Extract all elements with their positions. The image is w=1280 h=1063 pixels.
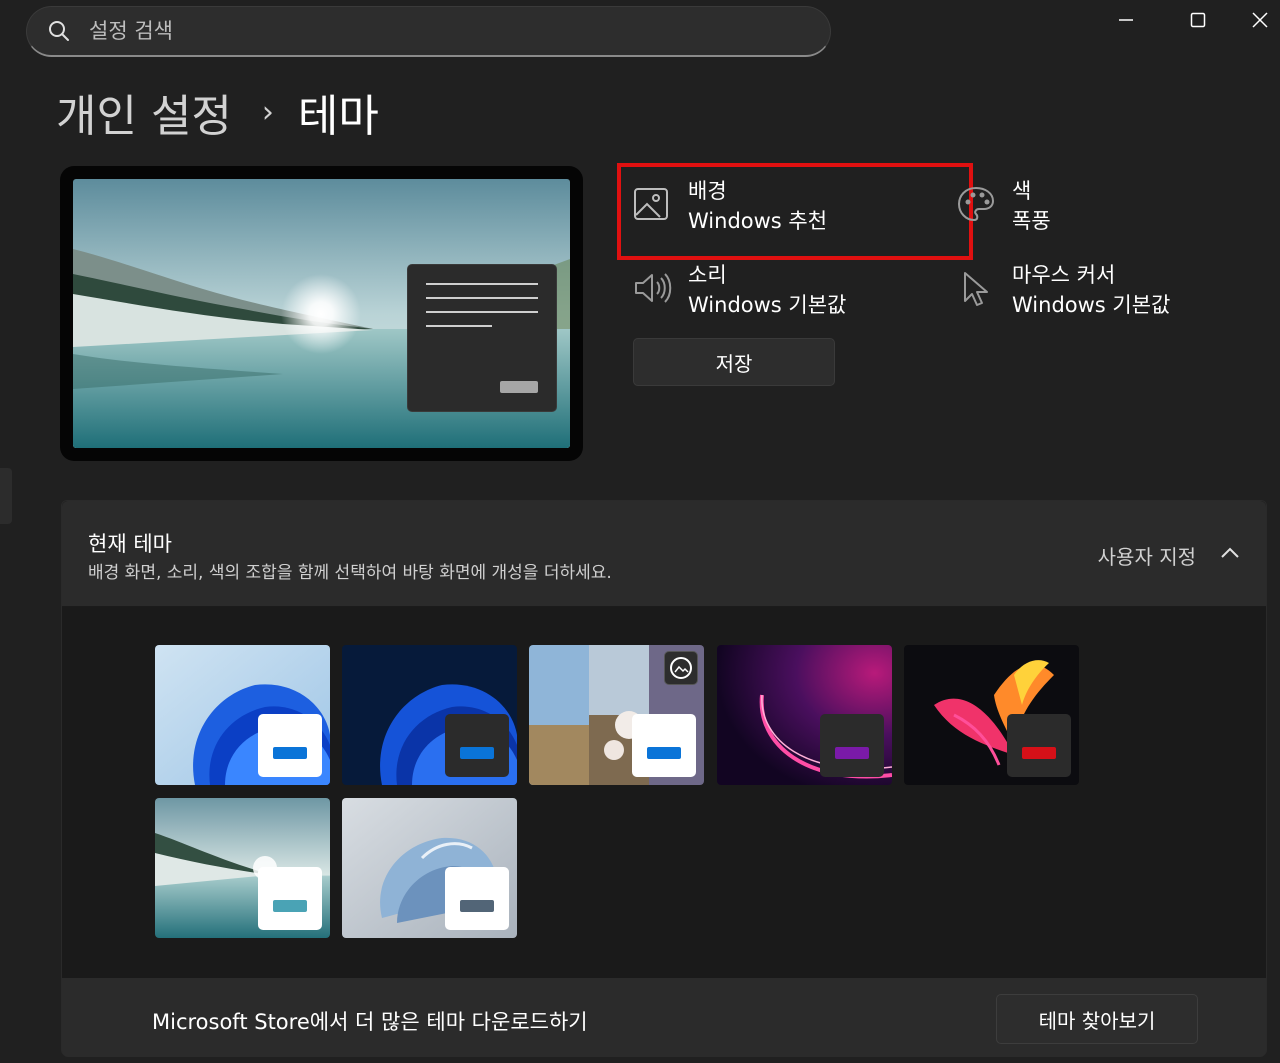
slideshow-icon — [664, 651, 698, 685]
section-title: 현재 테마 — [88, 532, 172, 556]
current-theme-section: 현재 테마 배경 화면, 소리, 색의 조합을 함께 선택하여 바탕 화면에 개… — [61, 500, 1267, 1057]
color-label: 색 — [1012, 179, 1032, 203]
theme-preview-badge — [258, 867, 322, 930]
save-button[interactable]: 저장 — [633, 338, 835, 386]
search-icon — [49, 21, 69, 41]
nav-pane-handle[interactable] — [0, 468, 12, 524]
chevron-up-icon[interactable] — [1220, 545, 1240, 559]
store-row: Microsoft Store에서 더 많은 테마 다운로드하기 테마 찾아보기 — [62, 978, 1266, 1057]
sound-label: 소리 — [688, 263, 727, 287]
search-box[interactable] — [26, 6, 831, 57]
color-value: 폭풍 — [1012, 209, 1051, 233]
breadcrumb-separator: › — [261, 94, 274, 130]
cursor-setting[interactable]: 마우스 커서 Windows 기본값 — [956, 260, 1170, 320]
palette-icon — [957, 186, 995, 222]
search-input[interactable] — [89, 19, 789, 43]
sound-value: Windows 기본값 — [688, 293, 847, 317]
current-theme-value: 사용자 지정 — [1097, 545, 1196, 569]
theme-thumbnail-5[interactable] — [904, 645, 1079, 785]
theme-thumbnail-6[interactable] — [155, 798, 330, 938]
page-title: 테마 — [297, 91, 379, 142]
theme-preview-badge — [445, 867, 509, 930]
theme-preview-badge — [258, 714, 322, 777]
current-theme-header[interactable]: 현재 테마 배경 화면, 소리, 색의 조합을 함께 선택하여 바탕 화면에 개… — [62, 501, 1266, 607]
store-text: Microsoft Store에서 더 많은 테마 다운로드하기 — [152, 1010, 588, 1034]
cursor-icon — [964, 272, 988, 306]
theme-thumbnail-4[interactable] — [717, 645, 892, 785]
preview-wallpaper — [73, 179, 570, 448]
minimize-icon — [1119, 19, 1133, 21]
close-icon — [1252, 12, 1268, 28]
cursor-value: Windows 기본값 — [1012, 293, 1171, 317]
theme-preview-badge — [445, 714, 509, 777]
theme-preview-badge — [1007, 714, 1071, 777]
browse-themes-button[interactable]: 테마 찾아보기 — [996, 994, 1198, 1044]
theme-thumbnail-3[interactable] — [529, 645, 704, 785]
theme-preview-badge — [632, 714, 696, 777]
speaker-icon — [635, 273, 672, 303]
breadcrumb: 개인 설정 › 테마 — [56, 80, 379, 144]
section-description: 배경 화면, 소리, 색의 조합을 함께 선택하여 바탕 화면에 개성을 더하세… — [88, 563, 612, 583]
theme-thumbnail-2[interactable] — [342, 645, 517, 785]
highlight-box — [617, 163, 973, 260]
breadcrumb-parent[interactable]: 개인 설정 — [56, 80, 232, 144]
preview-window — [407, 264, 557, 412]
sound-setting[interactable]: 소리 Windows 기본값 — [632, 260, 846, 320]
cursor-label: 마우스 커서 — [1012, 263, 1116, 287]
close-button[interactable] — [1240, 0, 1280, 40]
theme-preview-badge — [820, 714, 884, 777]
maximize-button[interactable] — [1168, 0, 1228, 40]
theme-thumbnail-1[interactable] — [155, 645, 330, 785]
theme-preview — [60, 166, 583, 461]
color-setting[interactable]: 색 폭풍 — [956, 176, 1051, 236]
minimize-button[interactable] — [1096, 0, 1156, 40]
theme-thumbnail-7[interactable] — [342, 798, 517, 938]
maximize-icon — [1190, 12, 1206, 28]
